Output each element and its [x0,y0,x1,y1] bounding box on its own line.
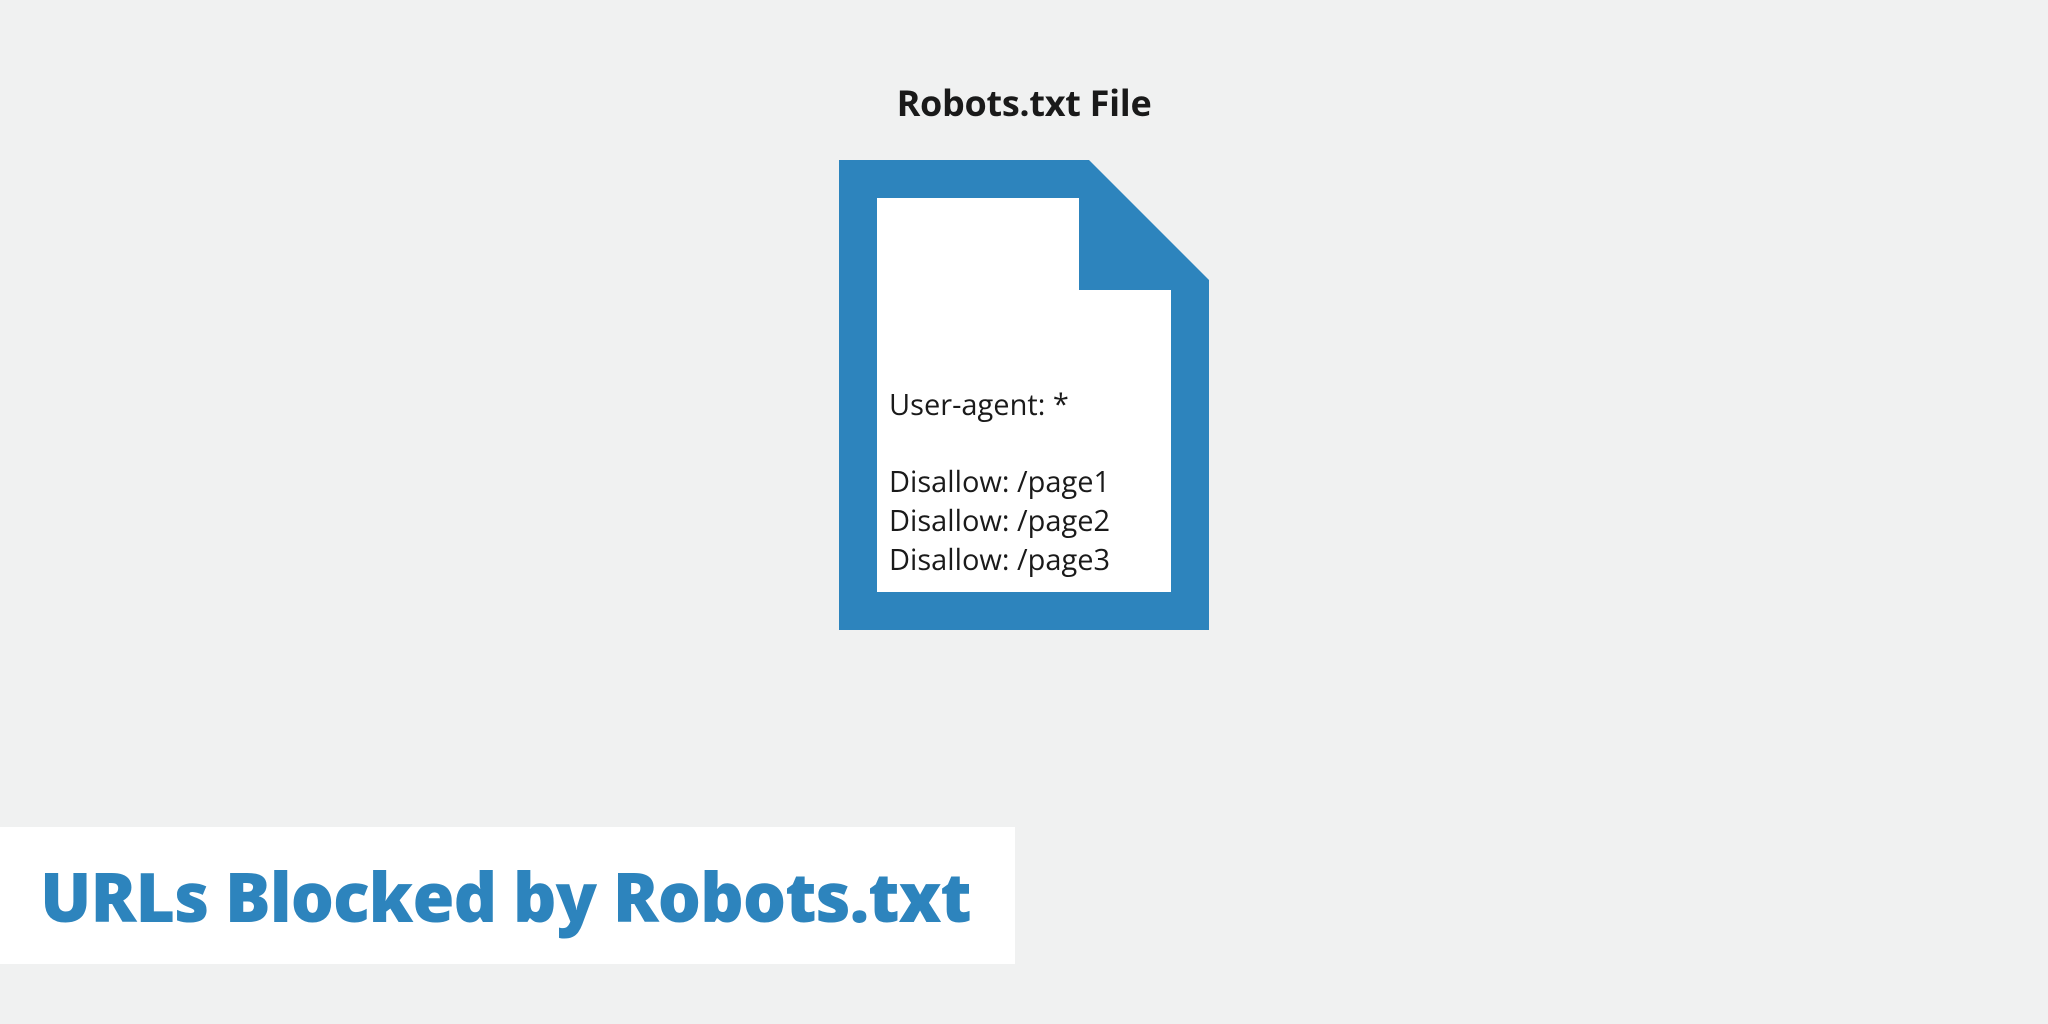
file-rule-line: Disallow: /page1 [889,462,1159,501]
file-rule-line: Disallow: /page2 [889,501,1159,540]
diagram-title: Robots.txt File [897,78,1152,127]
file-rule-line: Disallow: /page3 [889,540,1159,579]
file-contents: User-agent: * Disallow: /page1 Disallow:… [889,385,1159,580]
file-user-agent-line: User-agent: * [889,385,1159,424]
bottom-badge: URLs Blocked by Robots.txt [0,827,1015,964]
